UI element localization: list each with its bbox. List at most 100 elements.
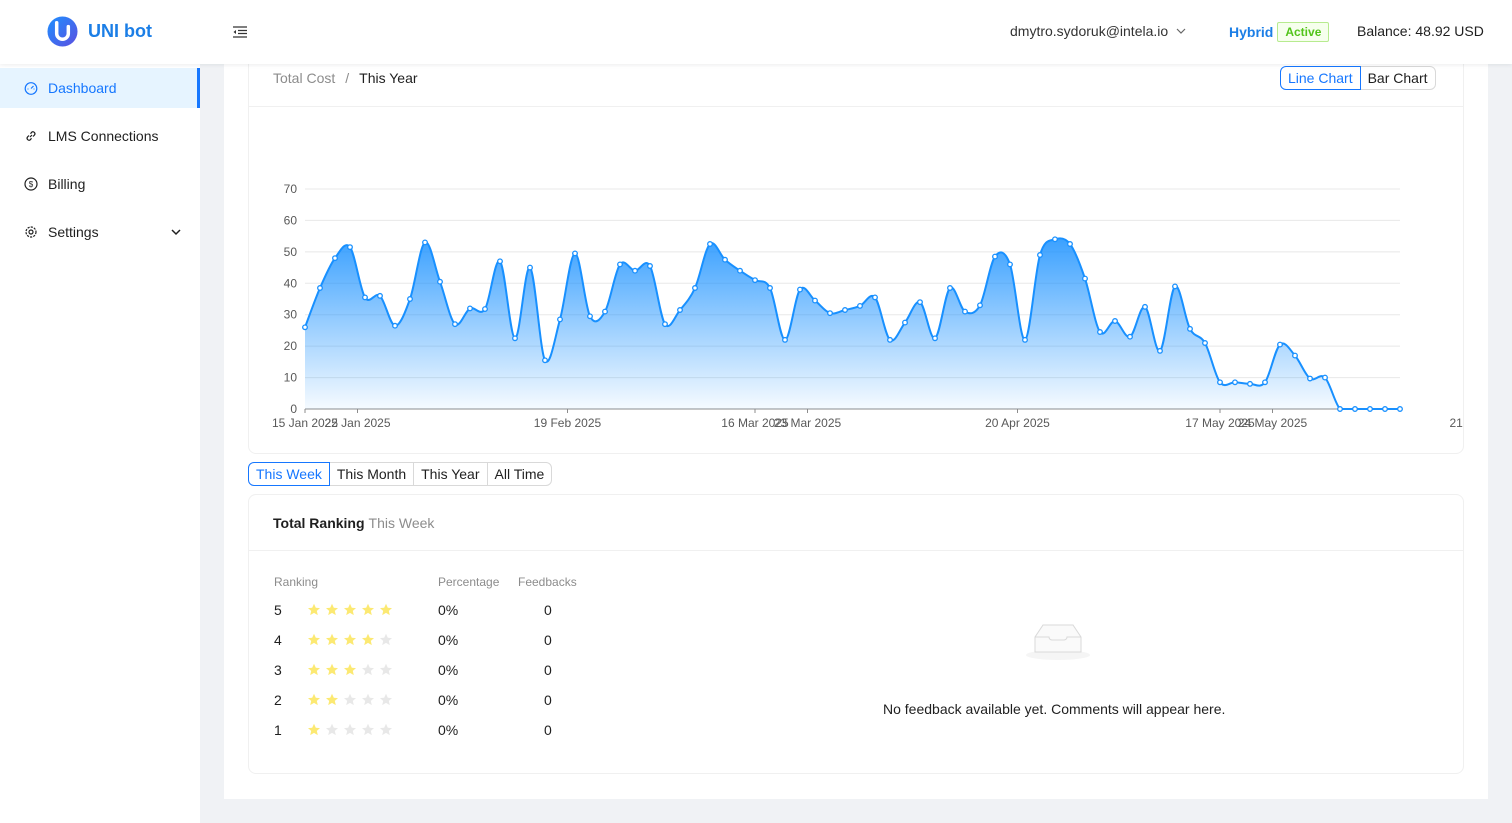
star-empty-icon: [344, 723, 356, 736]
rank-value: 1: [274, 722, 282, 738]
y-tick-label: 50: [284, 245, 298, 259]
rank-percentage: 0%: [438, 692, 459, 708]
rank-stars: [307, 663, 397, 677]
cost-data-point: [587, 313, 593, 320]
rank-feedbacks: 0: [544, 632, 552, 648]
cost-data-point: [1337, 406, 1343, 412]
rank-feedbacks: 0: [544, 662, 552, 678]
cost-data-point: [632, 267, 638, 274]
sidebar-item-dashboard[interactable]: Dashboard: [0, 68, 200, 108]
y-tick-label: 30: [284, 308, 298, 322]
dollar-icon: $: [24, 177, 38, 191]
cost-data-point: [497, 258, 503, 265]
cost-data-point: [872, 294, 878, 301]
card-header: Total Ranking This Week: [249, 495, 1463, 551]
sidebar-item-settings[interactable]: Settings: [0, 212, 200, 252]
cost-data-point: [1037, 252, 1043, 258]
cost-data-point: [992, 253, 998, 260]
star-empty-icon: [380, 633, 392, 646]
rank-feedbacks: 0: [544, 602, 552, 618]
brand-logo[interactable]: UNI bot: [47, 16, 152, 47]
user-account-dropdown[interactable]: dmytro.sydoruk@intela.io: [1010, 23, 1186, 39]
period-this-week[interactable]: This Week: [248, 462, 330, 486]
column-header-percentage: Percentage: [438, 575, 500, 589]
account-balance: Balance: 48.92 USD: [1357, 23, 1484, 39]
chevron-down-icon: [171, 229, 181, 236]
cost-data-point: [1292, 352, 1298, 359]
cost-data-point: [677, 307, 683, 313]
column-header-feedbacks: Feedbacks: [518, 575, 577, 589]
cost-data-point: [452, 321, 458, 328]
cost-data-point: [422, 239, 428, 246]
sidebar-item-label: Dashboard: [48, 80, 117, 96]
cost-data-point: [347, 244, 353, 251]
star-filled-icon: [344, 633, 356, 646]
star-filled-icon: [362, 633, 374, 646]
star-filled-icon: [308, 603, 320, 616]
rank-percentage: 0%: [438, 602, 459, 618]
star-filled-icon: [308, 723, 320, 736]
cost-data-point: [827, 310, 833, 317]
cost-data-point: [617, 261, 623, 268]
status-badge: Active: [1277, 22, 1330, 42]
star-filled-icon: [308, 633, 320, 646]
cost-data-point: [542, 357, 548, 364]
cost-data-point: [1052, 236, 1058, 243]
rank-stars: [307, 693, 397, 707]
sidebar-item-lms-connections[interactable]: LMS Connections: [0, 116, 200, 156]
menu-fold-icon[interactable]: [232, 24, 248, 40]
x-tick-label: 24 May 2025: [1238, 416, 1308, 430]
rank-value: 5: [274, 602, 282, 618]
logo-icon: [47, 16, 78, 47]
cost-data-point: [1397, 406, 1403, 412]
cost-data-point: [407, 296, 413, 302]
rank-value: 3: [274, 662, 282, 678]
y-tick-label: 20: [284, 339, 298, 353]
cost-line-chart: 01020304050607015 Jan 202522 Jan 2025 19 …: [272, 182, 1465, 430]
star-empty-icon: [326, 723, 338, 736]
cost-data-point: [782, 336, 788, 343]
cost-data-point: [662, 321, 668, 328]
rank-percentage: 0%: [438, 722, 459, 738]
ranking-row: 2 0% 0: [249, 686, 849, 716]
rank-stars: [307, 723, 397, 737]
cost-data-point: [1262, 379, 1268, 386]
cost-data-point: [437, 278, 443, 285]
cost-data-point: [1007, 261, 1013, 268]
cost-data-point: [1217, 379, 1223, 386]
cost-data-point: [1097, 329, 1103, 335]
cost-data-point: [1202, 340, 1208, 346]
cost-data-point: [602, 308, 608, 315]
cost-data-point: [527, 264, 533, 271]
cost-data-point: [917, 299, 923, 306]
cost-data-point: [737, 267, 743, 274]
period-this-year[interactable]: This Year: [413, 462, 488, 486]
cost-data-point: [842, 307, 848, 313]
cost-data-point: [1157, 347, 1163, 354]
cost-data-point: [1142, 303, 1148, 310]
rank-value: 2: [274, 692, 282, 708]
x-tick-label: 21 Jun 2025: [1449, 416, 1465, 430]
ranking-row: 3 0% 0: [249, 656, 849, 686]
link-icon: [26, 131, 36, 141]
period-all-time[interactable]: All Time: [486, 462, 553, 486]
cost-data-point: [332, 255, 338, 262]
period-toggle: This Week This Month This Year All Time: [248, 462, 553, 486]
sidebar-item-billing[interactable]: $ Billing: [0, 164, 200, 204]
rank-feedbacks: 0: [544, 722, 552, 738]
card-title: Total Ranking This Week: [273, 515, 434, 531]
cost-data-point: [362, 294, 368, 301]
line-chart-button[interactable]: Line Chart: [1280, 66, 1361, 90]
period-this-month[interactable]: This Month: [328, 462, 415, 486]
cost-data-point: [467, 305, 473, 312]
ranking-row: 5 0% 0: [249, 596, 849, 626]
top-header: UNI bot dmytro.sydoruk@intela.io Hybrid …: [0, 0, 1512, 64]
cost-data-point: [377, 292, 383, 299]
star-empty-icon: [380, 663, 392, 676]
star-empty-icon: [380, 723, 392, 736]
star-empty-icon: [362, 723, 374, 736]
cost-data-point: [977, 302, 983, 309]
star-empty-icon: [380, 693, 392, 706]
cost-data-point: [1277, 341, 1283, 348]
star-empty-icon: [362, 693, 374, 706]
